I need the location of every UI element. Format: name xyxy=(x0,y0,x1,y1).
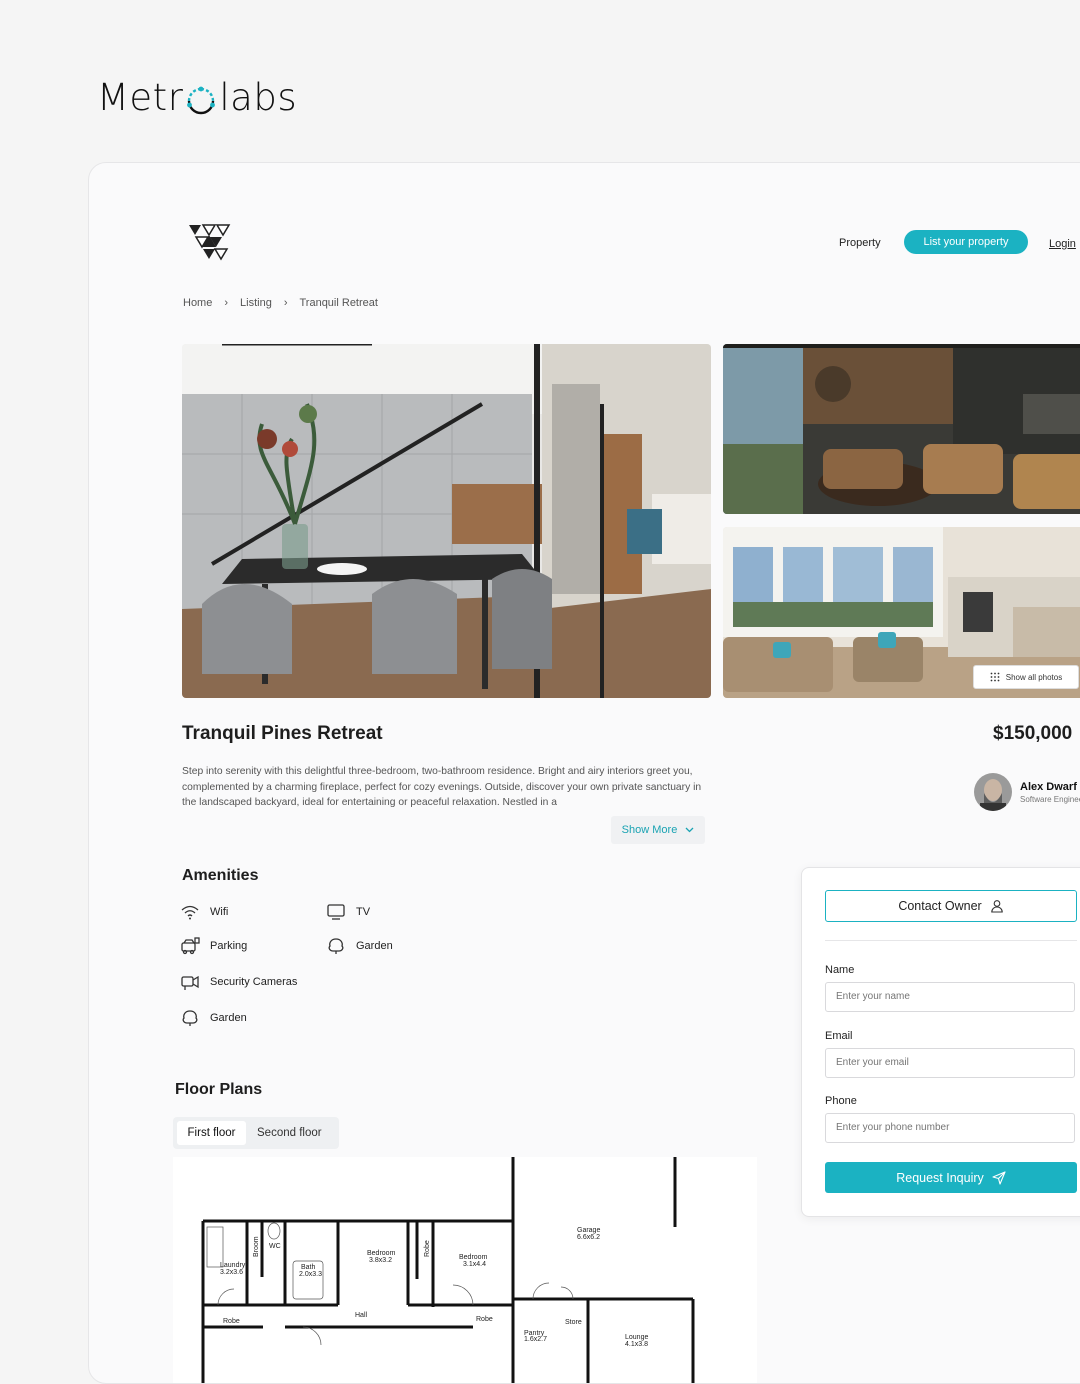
show-all-photos-label: Show all photos xyxy=(1005,672,1063,682)
amenity-parking: Parking xyxy=(180,937,247,955)
floorplan-room-label: Lounge xyxy=(625,1334,648,1341)
main-property-photo[interactable] xyxy=(182,344,711,698)
avatar xyxy=(974,773,1012,811)
tab-second-floor[interactable]: Second floor xyxy=(257,1121,322,1145)
living-room-photo[interactable] xyxy=(723,344,1080,514)
name-label: Name xyxy=(825,964,855,976)
site-logo-icon[interactable] xyxy=(187,223,231,261)
agent-photo xyxy=(974,773,1012,811)
amenities-heading: Amenities xyxy=(182,867,259,884)
brand-ring-icon xyxy=(187,86,216,114)
user-icon xyxy=(990,900,1003,913)
amenity-label: Parking xyxy=(210,940,248,952)
tab-first-floor[interactable]: First floor xyxy=(177,1121,246,1145)
contact-form: Contact Owner Name Email Phone Request I… xyxy=(801,867,1080,1217)
camera-icon xyxy=(181,975,199,990)
floorplan-room-label: Garage xyxy=(577,1227,600,1234)
floorplan-room-label: Store xyxy=(565,1319,582,1326)
show-more-label: Show More xyxy=(621,824,678,836)
brand-text-left: Metr xyxy=(97,76,184,119)
floorplan-room-dims: 6.6x6.2 xyxy=(577,1234,600,1241)
agent-role: Software Engineer xyxy=(1020,794,1080,804)
contact-owner-label: Contact Owner xyxy=(898,899,982,913)
floorplan-room-dims: 3.8x3.2 xyxy=(369,1257,392,1264)
floorplan-room-label: Bedroom xyxy=(367,1250,396,1257)
amenity-garden-2: Garden xyxy=(180,1009,247,1027)
phone-label: Phone xyxy=(825,1095,857,1107)
floor-tabs: First floor Second floor xyxy=(173,1117,339,1149)
breadcrumb-home[interactable]: Home xyxy=(183,297,212,309)
wifi-icon xyxy=(181,905,199,920)
listing-page-card: Property List your property Login Home ›… xyxy=(88,162,1080,1384)
listing-price: $150,000 xyxy=(993,723,1073,744)
send-icon xyxy=(992,1170,1006,1185)
parking-icon xyxy=(181,937,200,955)
garden-icon xyxy=(328,938,344,954)
amenity-label: Garden xyxy=(210,1012,247,1024)
login-link[interactable]: Login xyxy=(1049,238,1076,250)
contact-owner-button[interactable]: Contact Owner xyxy=(825,890,1077,922)
breadcrumb-current: Tranquil Retreat xyxy=(299,297,378,309)
phone-input[interactable] xyxy=(825,1113,1075,1143)
metrolabs-brand: Metr labs xyxy=(97,76,297,119)
listing-description: Step into serenity with this delightful … xyxy=(182,766,702,808)
floorplan-room-label: Robe xyxy=(424,1240,431,1257)
amenity-wifi: Wifi xyxy=(180,903,228,921)
chevron-right-icon: › xyxy=(224,297,229,309)
amenity-garden: Garden xyxy=(326,937,393,955)
request-inquiry-label: Request Inquiry xyxy=(896,1170,984,1185)
name-input[interactable] xyxy=(825,982,1075,1012)
floorplan-room-dims: 3.2x3.6 xyxy=(220,1269,243,1276)
amenity-label: Security Cameras xyxy=(210,976,298,988)
floorplan-room-dims: 4.1x3.8 xyxy=(625,1341,648,1348)
garden-icon xyxy=(182,1010,198,1026)
brand-text-right: labs xyxy=(219,76,298,119)
amenity-tv: TV xyxy=(326,903,370,921)
email-input[interactable] xyxy=(825,1048,1075,1078)
chevron-down-icon xyxy=(685,827,694,833)
floorplan-room-label: Robe xyxy=(476,1316,493,1323)
form-divider xyxy=(825,940,1077,941)
dining-room-image xyxy=(182,344,711,698)
nav-property-link[interactable]: Property xyxy=(839,237,881,249)
request-inquiry-button[interactable]: Request Inquiry xyxy=(825,1162,1077,1193)
floorplan-room-dims: 2.0x3.3 xyxy=(299,1271,322,1278)
floorplan-room-label: Laundry xyxy=(220,1262,246,1269)
floor-plans-heading: Floor Plans xyxy=(175,1081,263,1098)
email-label: Email xyxy=(825,1030,853,1042)
floorplan-room-dims: 1.6x2.7 xyxy=(524,1336,547,1343)
floorplan-room-label: Bedroom xyxy=(459,1254,488,1261)
floorplan-room-label: Hall xyxy=(355,1312,368,1319)
floorplan-room-label: Bath xyxy=(301,1264,316,1271)
tv-icon xyxy=(327,904,345,920)
amenity-label: TV xyxy=(356,906,371,918)
floorplan-room-label: Robe xyxy=(223,1318,240,1325)
amenity-label: Wifi xyxy=(210,906,229,918)
listing-title: Tranquil Pines Retreat xyxy=(182,723,383,744)
agent-card[interactable]: Alex Dwarf Software Engineer xyxy=(974,773,1080,811)
floorplan-room-label: Broom xyxy=(253,1236,260,1257)
list-property-button[interactable]: List your property xyxy=(904,230,1028,254)
breadcrumb: Home › Listing › Tranquil Retreat xyxy=(183,297,378,309)
floorplan-room-dims: 3.1x4.4 xyxy=(463,1261,486,1268)
grid-icon xyxy=(990,672,1000,682)
lounge-image xyxy=(723,344,1080,514)
floorplan-room-label: WC xyxy=(269,1243,281,1250)
amenity-label: Garden xyxy=(356,940,393,952)
amenity-security-cameras: Security Cameras xyxy=(180,973,297,991)
agent-name: Alex Dwarf xyxy=(1020,780,1077,793)
breadcrumb-listing[interactable]: Listing xyxy=(240,297,272,309)
show-more-button[interactable]: Show More xyxy=(611,816,705,844)
show-all-photos-button[interactable]: Show all photos xyxy=(973,665,1079,689)
chevron-right-icon: › xyxy=(283,297,288,309)
